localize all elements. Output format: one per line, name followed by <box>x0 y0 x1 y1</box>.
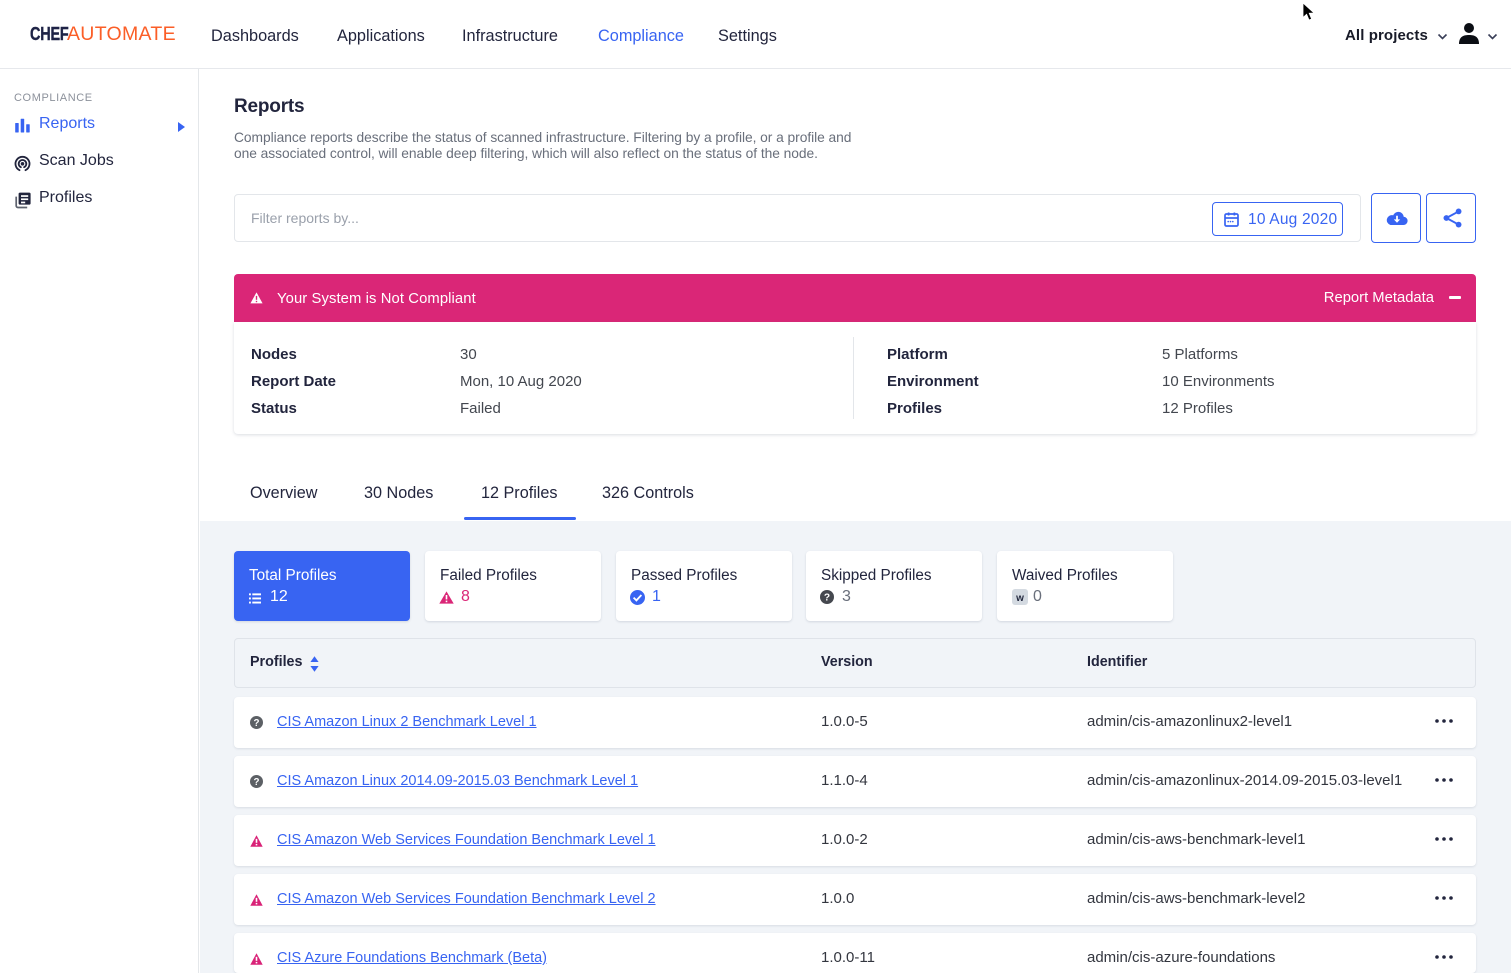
svg-text:?: ? <box>824 593 830 604</box>
svg-text:?: ? <box>254 718 260 729</box>
svg-text:?: ? <box>254 777 260 788</box>
svg-text:w: w <box>1015 593 1024 604</box>
